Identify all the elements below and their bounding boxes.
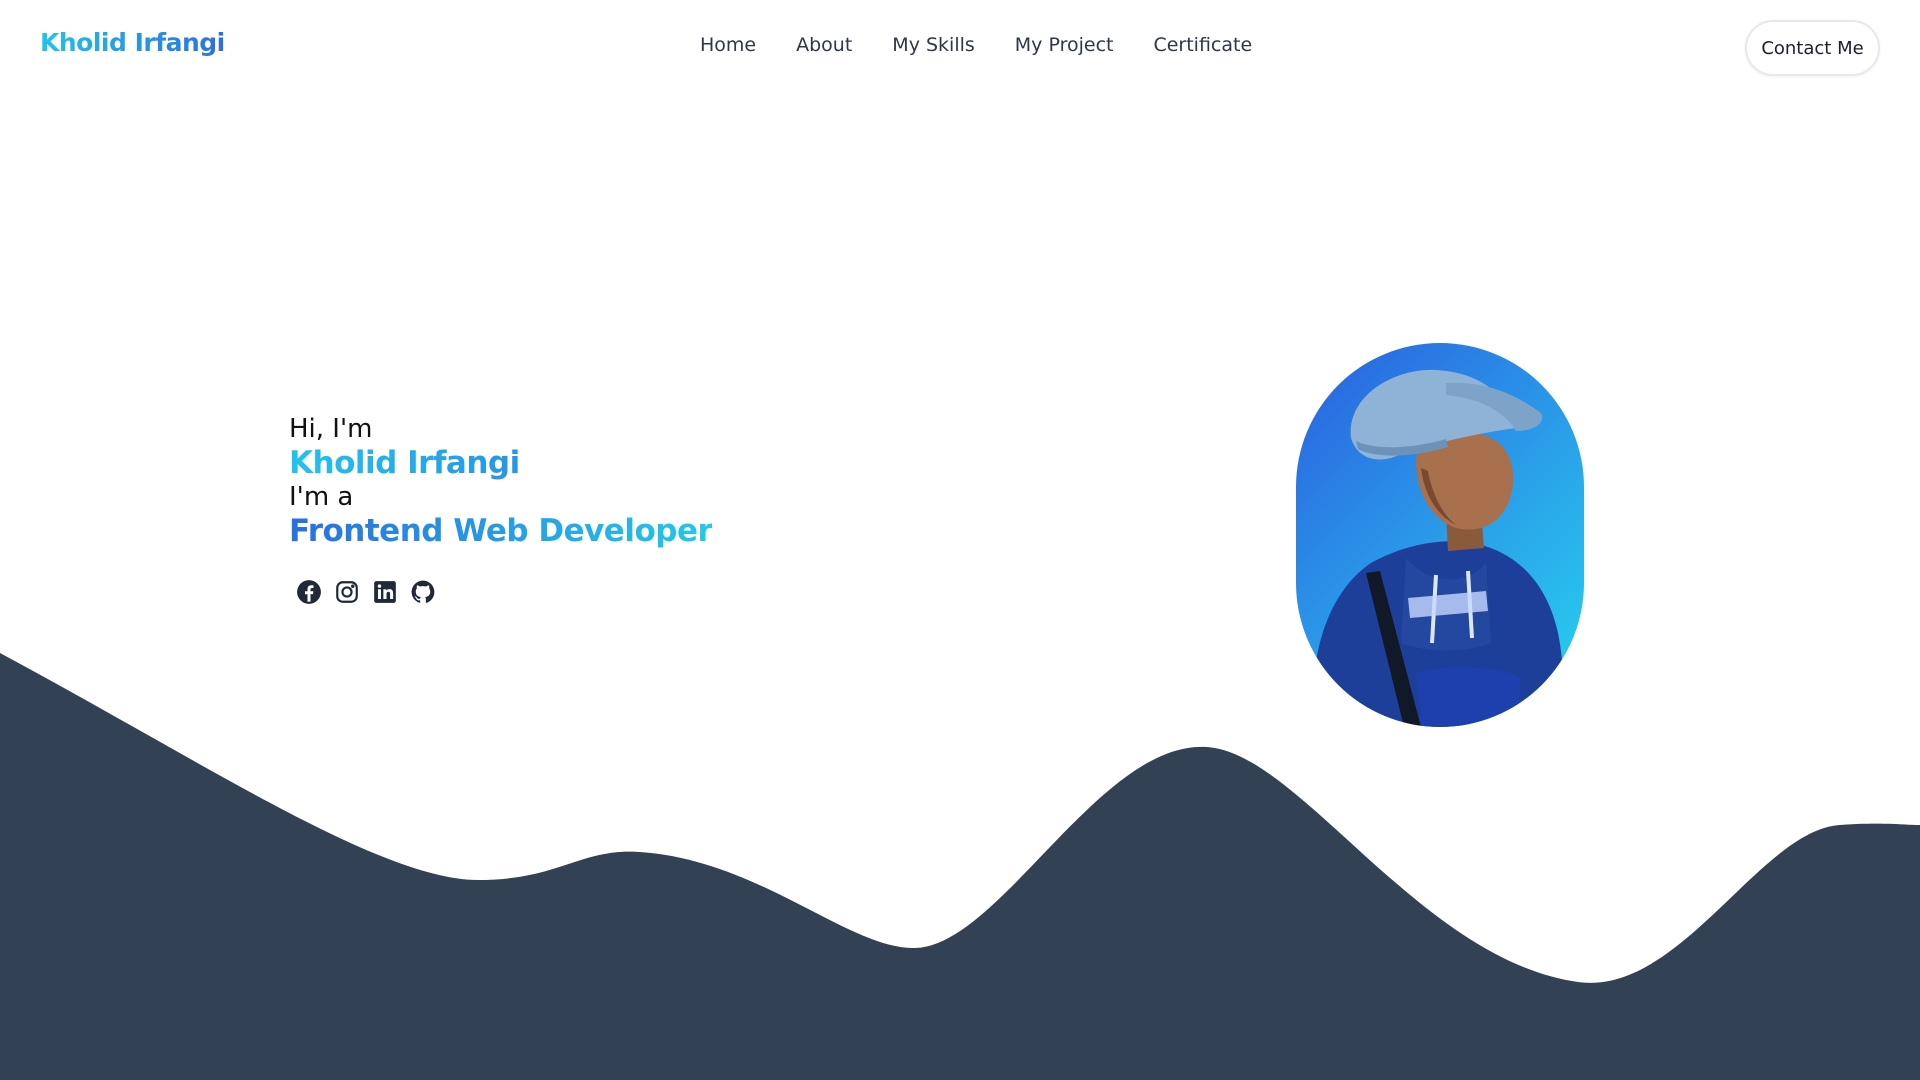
nav-my-project[interactable]: My Project <box>1015 34 1114 56</box>
social-links <box>289 578 712 606</box>
role-intro-text: I'm a <box>289 482 354 512</box>
nav-about[interactable]: About <box>796 34 852 56</box>
profile-illustration <box>1313 369 1563 727</box>
linkedin-icon[interactable] <box>371 578 399 606</box>
facebook-icon[interactable] <box>295 578 323 606</box>
instagram-icon[interactable] <box>333 578 361 606</box>
site-header: Kholid Irfangi Home About My Skills My P… <box>0 0 1920 96</box>
background-wave <box>0 653 1920 1080</box>
brand-logo[interactable]: Kholid Irfangi <box>40 28 225 57</box>
nav-certificate[interactable]: Certificate <box>1153 34 1252 56</box>
hero-name: Kholid Irfangi <box>289 446 712 480</box>
main-nav: Home About My Skills My Project Certific… <box>700 34 1252 56</box>
nav-my-skills[interactable]: My Skills <box>892 34 974 56</box>
hero-role: Frontend Web Developer <box>289 513 713 549</box>
page: Kholid Irfangi Home About My Skills My P… <box>0 0 1920 1080</box>
nav-home[interactable]: Home <box>700 34 756 56</box>
greeting-text: Hi, I'm <box>289 414 373 444</box>
github-icon[interactable] <box>409 578 437 606</box>
profile-photo <box>1296 343 1584 727</box>
contact-me-button[interactable]: Contact Me <box>1745 20 1880 76</box>
hero-intro: Hi, I'm Kholid Irfangi I'm a Frontend We… <box>289 412 713 606</box>
